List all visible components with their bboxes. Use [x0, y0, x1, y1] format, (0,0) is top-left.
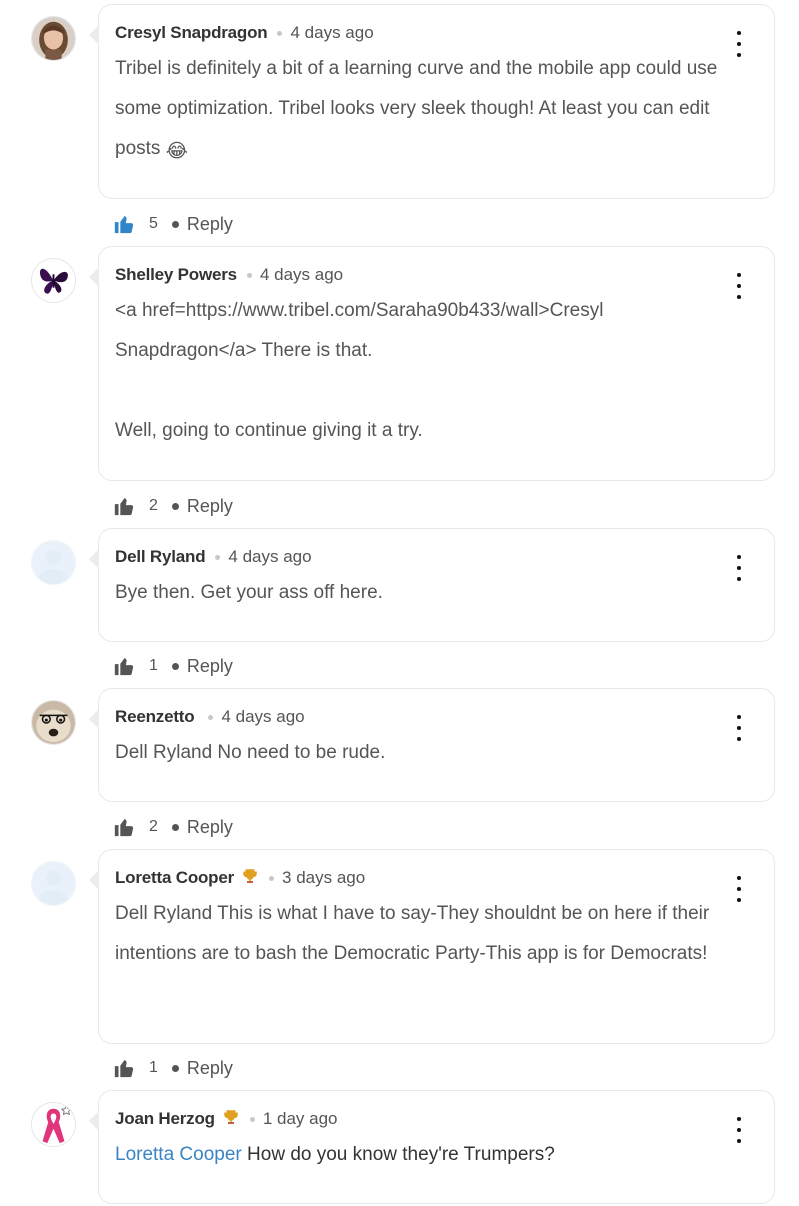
avatar[interactable] [31, 1102, 76, 1147]
thumbs-up-icon[interactable] [113, 1057, 135, 1079]
more-vertical-icon[interactable] [734, 273, 744, 299]
avatar-purple-butterfly-icon [32, 259, 75, 302]
comment-text: Bye then. Get your ass off here. [115, 582, 383, 603]
comment-body: Tribel is definitely a bit of a learning… [115, 49, 758, 172]
separator-dot [171, 502, 179, 510]
avatar-default-user-icon [32, 862, 75, 905]
like-count: 1 [149, 657, 158, 674]
comment-meta: Shelley Powers 4 days ago [115, 263, 758, 287]
comment-body: Dell Ryland This is what I have to say-T… [115, 894, 758, 974]
timestamp: 4 days ago [228, 547, 312, 566]
timestamp: 3 days ago [282, 868, 366, 887]
author-name[interactable]: Cresyl Snapdragon [115, 23, 268, 43]
comment-actions: 1 Reply [113, 654, 233, 678]
timestamp: 4 days ago [259, 265, 344, 284]
more-vertical-icon[interactable] [734, 1117, 744, 1143]
thumbs-up-icon[interactable] [113, 213, 135, 235]
comment-actions: 1 Reply [113, 1056, 233, 1080]
avatar[interactable] [31, 861, 76, 906]
avatar[interactable] [31, 258, 76, 303]
comment-actions: 5 Reply [113, 212, 233, 236]
separator-dot [171, 823, 179, 831]
comment-body: Loretta Cooper How do you know they're T… [115, 1135, 758, 1175]
avatar[interactable] [31, 540, 76, 585]
like-count: 5 [149, 215, 158, 232]
separator-dot [171, 1064, 179, 1072]
comment-actions: 2 Reply [113, 815, 233, 839]
trophy-icon [222, 1108, 240, 1130]
timestamp: 4 days ago [290, 23, 374, 42]
avatar-dog-with-glasses-icon [32, 701, 75, 744]
author-name[interactable]: Dell Ryland [115, 547, 206, 567]
separator-dot [171, 220, 179, 228]
comment-body: Bye then. Get your ass off here. [115, 573, 758, 613]
timestamp: 1 day ago [262, 1109, 338, 1128]
separator-dot [246, 272, 252, 278]
comment-text: Tribel is definitely a bit of a learning… [115, 58, 723, 159]
reply-button[interactable]: Reply [187, 817, 233, 838]
timestamp: 4 days ago [221, 707, 305, 726]
comment-bubble: Dell Ryland 4 days ago Bye then. Get you… [89, 528, 775, 642]
reply-button[interactable]: Reply [187, 656, 233, 677]
comment-meta: Reenzetto 4 days ago [115, 705, 758, 729]
author-name[interactable]: Shelley Powers [115, 265, 237, 285]
separator-dot [215, 554, 221, 560]
avatar-pink-ribbon-icon [32, 1103, 75, 1146]
comment-bubble: Joan Herzog 1 day ago Loretta Cooper How… [89, 1090, 775, 1204]
comment-bubble: Reenzetto 4 days ago Dell Ryland No need… [89, 688, 775, 802]
trophy-icon [241, 867, 259, 889]
comment-meta: Loretta Cooper 3 days ago [115, 866, 758, 890]
comment-meta: Cresyl Snapdragon 4 days ago [115, 21, 758, 45]
comment-bubble: Shelley Powers 4 days ago <a href=https:… [89, 246, 775, 481]
like-count: 1 [149, 1059, 158, 1076]
comment-body: Dell Ryland No need to be rude. [115, 733, 758, 773]
comment-text: Dell Ryland No need to be rude. [115, 742, 386, 763]
like-count: 2 [149, 818, 158, 835]
comment-actions: 2 Reply [113, 494, 233, 518]
mention-link[interactable]: Loretta Cooper [115, 1144, 242, 1165]
comment-bubble: Loretta Cooper 3 days ago Dell Ryland Th… [89, 849, 775, 1044]
more-vertical-icon[interactable] [734, 555, 744, 581]
author-name[interactable]: Reenzetto [115, 707, 195, 727]
reply-button[interactable]: Reply [187, 496, 233, 517]
more-vertical-icon[interactable] [734, 715, 744, 741]
separator-dot [171, 662, 179, 670]
separator-dot [277, 30, 283, 36]
comment-text: Dell Ryland This is what I have to say-T… [115, 903, 715, 964]
avatar-photo-woman-icon [32, 17, 75, 60]
separator-dot [208, 714, 214, 720]
separator-dot [249, 1116, 255, 1122]
avatar[interactable] [31, 700, 76, 745]
comment-bubble: Cresyl Snapdragon 4 days ago Tribel is d… [89, 4, 775, 199]
laughing-emoji-icon: 😂 [165, 141, 188, 162]
comment-text: <a href=https://www.tribel.com/Saraha90b… [115, 300, 604, 441]
avatar[interactable] [31, 16, 76, 61]
reply-button[interactable]: Reply [187, 1058, 233, 1079]
more-vertical-icon[interactable] [734, 31, 744, 57]
comment-meta: Joan Herzog 1 day ago [115, 1107, 758, 1131]
author-name[interactable]: Joan Herzog [115, 1109, 215, 1129]
thumbs-up-icon[interactable] [113, 816, 135, 838]
comment-text: How do you know they're Trumpers? [241, 1144, 555, 1165]
like-count: 2 [149, 497, 158, 514]
thumbs-up-icon[interactable] [113, 655, 135, 677]
reply-button[interactable]: Reply [187, 214, 233, 235]
comment-body: <a href=https://www.tribel.com/Saraha90b… [115, 291, 758, 451]
more-vertical-icon[interactable] [734, 876, 744, 902]
avatar-default-user-icon [32, 541, 75, 584]
separator-dot [269, 875, 275, 881]
comment-meta: Dell Ryland 4 days ago [115, 545, 758, 569]
thumbs-up-icon[interactable] [113, 495, 135, 517]
author-name[interactable]: Loretta Cooper [115, 868, 234, 888]
